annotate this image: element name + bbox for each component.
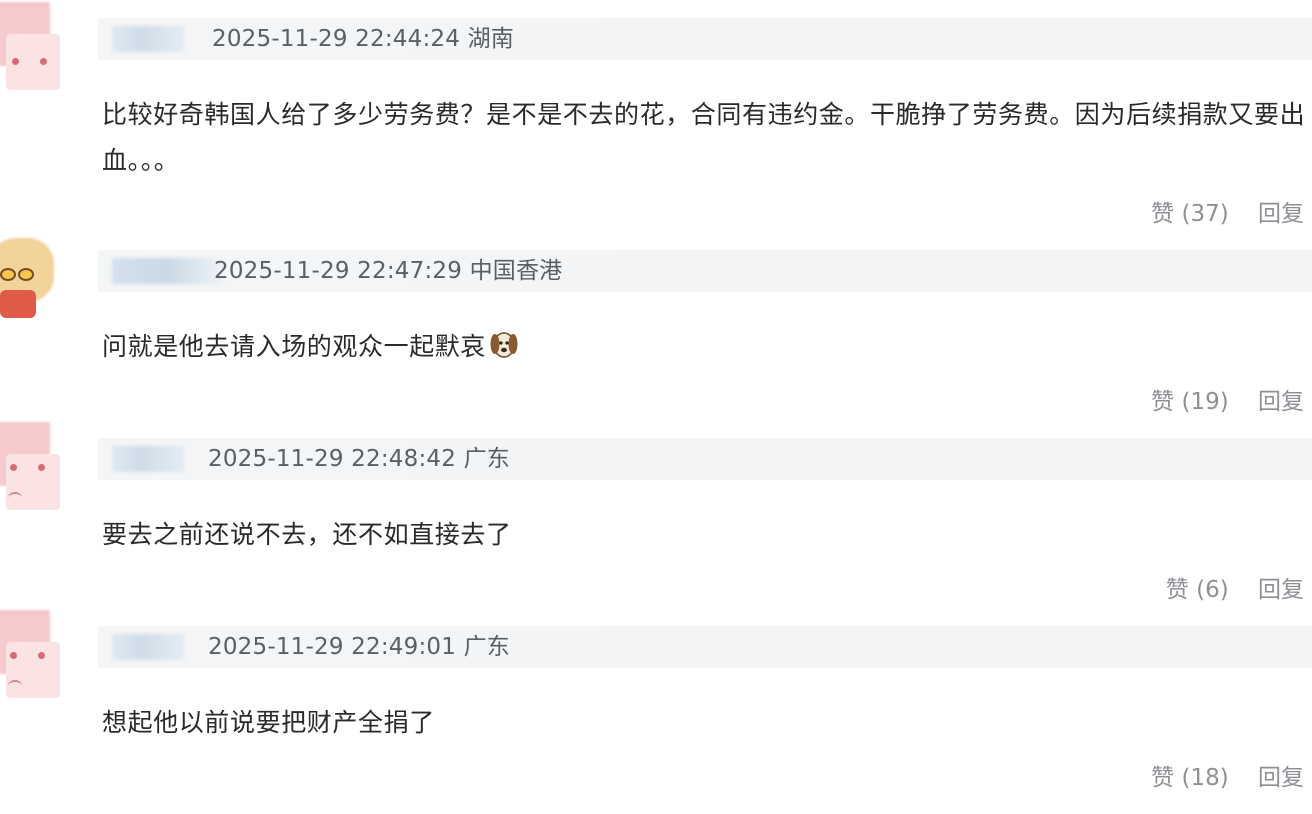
comment-text: 想起他以前说要把财产全捐了 <box>102 708 435 737</box>
username-blurred[interactable] <box>112 258 222 284</box>
comment-header: 2025-11-29 22:47:29 中国香港 <box>98 250 1312 292</box>
comment-header: 2025-11-29 22:49:01 广东 <box>98 626 1312 668</box>
comment-meta: 2025-11-29 22:49:01 广东 <box>208 634 510 660</box>
comment-text: 问就是他去请入场的观众一起默哀 <box>102 324 1308 370</box>
comment-item: 2025-11-29 22:47:29 中国香港 问就是他去请入场的观众一起默哀… <box>0 232 1312 420</box>
username-blurred[interactable] <box>112 26 184 52</box>
comment-item: 2025-11-29 22:44:24 湖南 比较好奇韩国人给了多少劳务费？是不… <box>0 0 1312 227</box>
like-button[interactable]: 赞 (37) <box>1151 194 1229 228</box>
reply-button[interactable]: 回复 <box>1258 570 1304 604</box>
reply-button[interactable]: 回复 <box>1258 194 1304 228</box>
reply-button[interactable]: 回复 <box>1258 382 1304 416</box>
comment-meta: 2025-11-29 22:44:24 湖南 <box>212 26 514 52</box>
like-button[interactable]: 赞 (18) <box>1151 758 1229 792</box>
comment-actions: 赞 (6) 回复 <box>1166 570 1304 604</box>
reply-button[interactable]: 回复 <box>1258 758 1304 792</box>
comment-meta: 2025-11-29 22:48:42 广东 <box>208 446 510 472</box>
comment-header: 2025-11-29 22:44:24 湖南 <box>98 18 1312 60</box>
avatar[interactable] <box>0 608 62 704</box>
avatar[interactable] <box>0 0 62 96</box>
username-blurred[interactable] <box>112 634 184 660</box>
like-button[interactable]: 赞 (19) <box>1151 382 1229 416</box>
comment-meta: 2025-11-29 22:47:29 中国香港 <box>214 258 563 284</box>
comment-actions: 赞 (37) 回复 <box>1151 194 1304 228</box>
comment-actions: 赞 (18) 回复 <box>1151 758 1304 792</box>
comment-header: 2025-11-29 22:48:42 广东 <box>98 438 1312 480</box>
like-button[interactable]: 赞 (6) <box>1166 570 1229 604</box>
comment-item: 2025-11-29 22:49:01 广东 想起他以前说要把财产全捐了 赞 (… <box>0 608 1312 796</box>
avatar[interactable] <box>0 232 62 328</box>
username-blurred[interactable] <box>112 446 184 472</box>
comment-actions: 赞 (19) 回复 <box>1151 382 1304 416</box>
comment-item: 2025-11-29 22:48:42 广东 要去之前还说不去，还不如直接去了 … <box>0 420 1312 608</box>
comment-text-content: 问就是他去请入场的观众一起默哀 <box>102 332 487 361</box>
avatar[interactable] <box>0 420 62 516</box>
dog-emoji-icon <box>490 332 518 358</box>
comment-text: 要去之前还说不去，还不如直接去了 <box>102 520 512 549</box>
comment-text: 比较好奇韩国人给了多少劳务费？是不是不去的花，合同有违约金。干脆挣了劳务费。因为… <box>102 100 1306 175</box>
